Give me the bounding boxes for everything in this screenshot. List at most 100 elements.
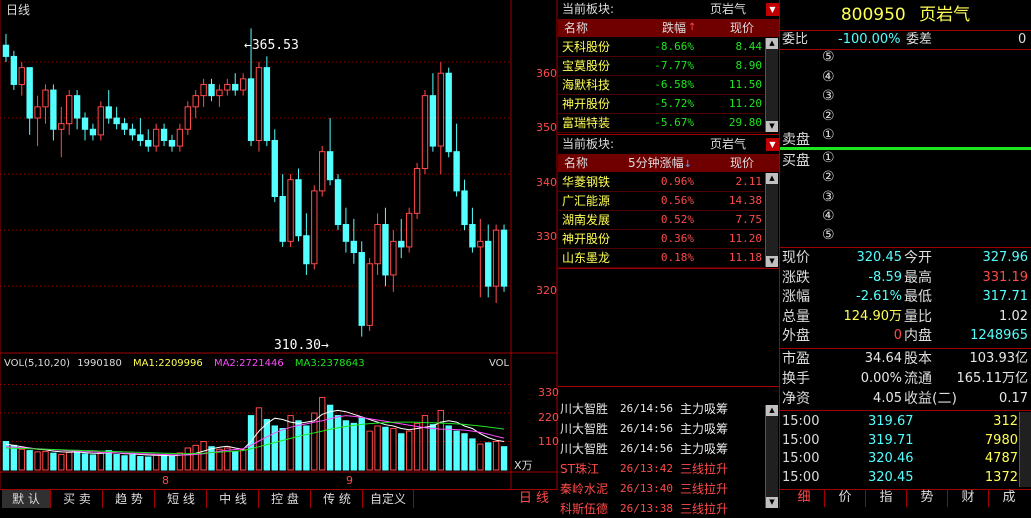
price-tick: 350	[536, 121, 557, 134]
stat-value: 317.71	[982, 289, 1029, 304]
candle-body	[319, 151, 326, 192]
buy-level: ③	[822, 188, 835, 205]
scroll-down-icon[interactable]: ▼	[766, 497, 778, 508]
alert-row[interactable]: 川大智胜 26/14:56 主力吸筹	[560, 420, 764, 438]
kline-chart[interactable]	[0, 0, 558, 489]
scroll-up-icon[interactable]: ▲	[766, 405, 778, 416]
tab-short-term[interactable]: 短 线	[154, 490, 207, 508]
board2-title: 当前板块:	[562, 137, 615, 151]
alert-time: 26/13:38	[620, 502, 673, 515]
board2-col-chg[interactable]: 5分钟涨幅↓	[628, 154, 738, 172]
board-row-price: 2.11	[735, 175, 763, 188]
board-row-name: 宝莫股份	[562, 59, 611, 73]
board-row-name: 海默科技	[562, 78, 611, 92]
board1-sector[interactable]: 页岩气	[710, 0, 746, 18]
board-row-price: 7.75	[735, 213, 763, 226]
volume-bar	[453, 430, 460, 471]
volume-bar	[26, 450, 33, 471]
quote-stat-row: 总量 124.90万 量比 1.02	[782, 308, 1028, 326]
quote-tab[interactable]: 成	[989, 489, 1029, 507]
board1-scrollbar[interactable]: ▲ ▼	[765, 38, 778, 132]
candle-body	[26, 67, 33, 119]
board-row-name: 华菱钢铁	[562, 175, 611, 189]
candle-body	[10, 55, 18, 85]
board1-col-price[interactable]: 现价	[730, 19, 754, 37]
alert-row[interactable]: ST珠江 26/13:42 三线拉升	[560, 460, 764, 478]
board-row[interactable]: 广汇能源 0.56% 14.38	[558, 192, 764, 211]
board2-sector[interactable]: 页岩气	[710, 135, 746, 153]
divider	[780, 410, 1031, 411]
candle-body	[105, 106, 112, 119]
board1-col-chg-label: 跌幅	[662, 21, 687, 35]
board-row-price: 11.50	[728, 78, 762, 91]
tab-mid-term[interactable]: 中 线	[206, 490, 259, 508]
tab-custom[interactable]: 自定义	[362, 490, 414, 508]
tab-buy-sell[interactable]: 买 卖	[50, 490, 103, 508]
board2-col-name[interactable]: 名称	[564, 154, 588, 172]
scroll-down-icon[interactable]: ▼	[766, 121, 778, 132]
volume-bar	[160, 454, 168, 471]
board-row[interactable]: 山东墨龙 0.18% 11.18	[558, 249, 764, 268]
board-row-change: 0.96%	[660, 175, 694, 188]
board-row[interactable]: 华菱钢铁 0.96% 2.11	[558, 173, 764, 192]
tick-time: 15:00	[782, 414, 820, 429]
board-row[interactable]: 湖南发展 0.52% 7.75	[558, 211, 764, 230]
quote-tab[interactable]: 财	[948, 489, 989, 507]
board-row[interactable]: 富瑞特装 -5.67% 29.80	[558, 114, 764, 133]
quote-tab[interactable]: 价	[825, 489, 866, 507]
period-tab[interactable]: 日 线	[512, 490, 556, 508]
sort-up-arrow-icon: ↑	[688, 22, 697, 33]
volume-bar	[200, 441, 207, 471]
alert-row[interactable]: 川大智胜 26/14:56 主力吸筹	[560, 440, 764, 458]
quote-tab[interactable]: 细	[784, 489, 825, 507]
alert-row[interactable]: 秦岭水泥 26/13:40 三线拉升	[560, 480, 764, 498]
board1-col-name[interactable]: 名称	[564, 19, 588, 37]
board-row-change: 0.18%	[660, 251, 694, 264]
high-price-marker: ←365.53	[244, 38, 299, 53]
scroll-up-icon[interactable]: ▲	[766, 38, 778, 49]
board2-col-price[interactable]: 现价	[730, 154, 754, 172]
scroll-down-icon[interactable]: ▼	[766, 256, 778, 267]
candle-body	[469, 224, 476, 248]
chevron-down-icon[interactable]: ▼	[766, 138, 779, 151]
board-row[interactable]: 天科股份 -8.66% 8.44	[558, 38, 764, 57]
candle-body	[247, 78, 255, 141]
board2-scrollbar[interactable]: ▲ ▼	[765, 173, 778, 267]
tab-trend[interactable]: 趋 势	[102, 490, 155, 508]
alert-row[interactable]: 川大智胜 26/14:56 主力吸筹	[560, 400, 764, 418]
board-row[interactable]: 神开股份 -5.72% 11.20	[558, 95, 764, 114]
volume-bar	[105, 450, 112, 471]
quote-fundamental-row: 净资 4.05 收益(二) 0.17	[782, 390, 1028, 408]
alerts-scrollbar[interactable]: ▲ ▼	[765, 405, 778, 508]
board-row[interactable]: 神开股份 0.36% 11.20	[558, 230, 764, 249]
scroll-up-icon[interactable]: ▲	[766, 173, 778, 184]
tick-scrollbar[interactable]	[1019, 412, 1031, 487]
board-row[interactable]: 宝莫股份 -7.77% 8.90	[558, 57, 764, 76]
quote-tab[interactable]: 势	[907, 489, 948, 507]
board-row[interactable]: 海默科技 -6.58% 11.50	[558, 76, 764, 95]
tab-default[interactable]: 默 认	[2, 490, 50, 508]
board-panel-1: 当前板块: 页岩气 ▼ 名称 跌幅 ↑ 现价 天科股份 -8.66% 8.44 宝莫股…	[558, 0, 780, 134]
alert-time: 26/14:56	[620, 442, 673, 455]
candle-body	[311, 190, 318, 265]
stat-value: 0.17	[999, 391, 1028, 406]
stat-label: 最高	[904, 269, 932, 286]
board-row-name: 富瑞特装	[562, 116, 611, 130]
board-row-name: 广汇能源	[562, 194, 611, 208]
tab-control[interactable]: 控 盘	[258, 490, 311, 508]
stat-label: 换手	[782, 371, 810, 387]
stat-label: 股本	[904, 351, 932, 367]
volume-legend: VOL(5,10,20) 1990180 MA1:2209996 MA2:272…	[4, 358, 365, 369]
volume-bar	[50, 452, 57, 471]
candle-body	[421, 95, 429, 169]
tab-traditional[interactable]: 传 统	[310, 490, 363, 508]
chevron-down-icon[interactable]: ▼	[766, 3, 779, 16]
quote-tab[interactable]: 指	[866, 489, 907, 507]
tick-time: 15:00	[782, 451, 820, 466]
alert-row[interactable]: 科斯伍德 26/13:38 三线拉升	[560, 500, 764, 518]
volume-bar	[358, 417, 365, 471]
volume-bar	[168, 456, 176, 471]
volume-bar	[255, 407, 263, 471]
kline-panel[interactable]: 日线 ←365.53 310.30→ 360 350 340 330 320 V…	[0, 0, 559, 489]
board-row-price: 11.20	[728, 97, 762, 110]
